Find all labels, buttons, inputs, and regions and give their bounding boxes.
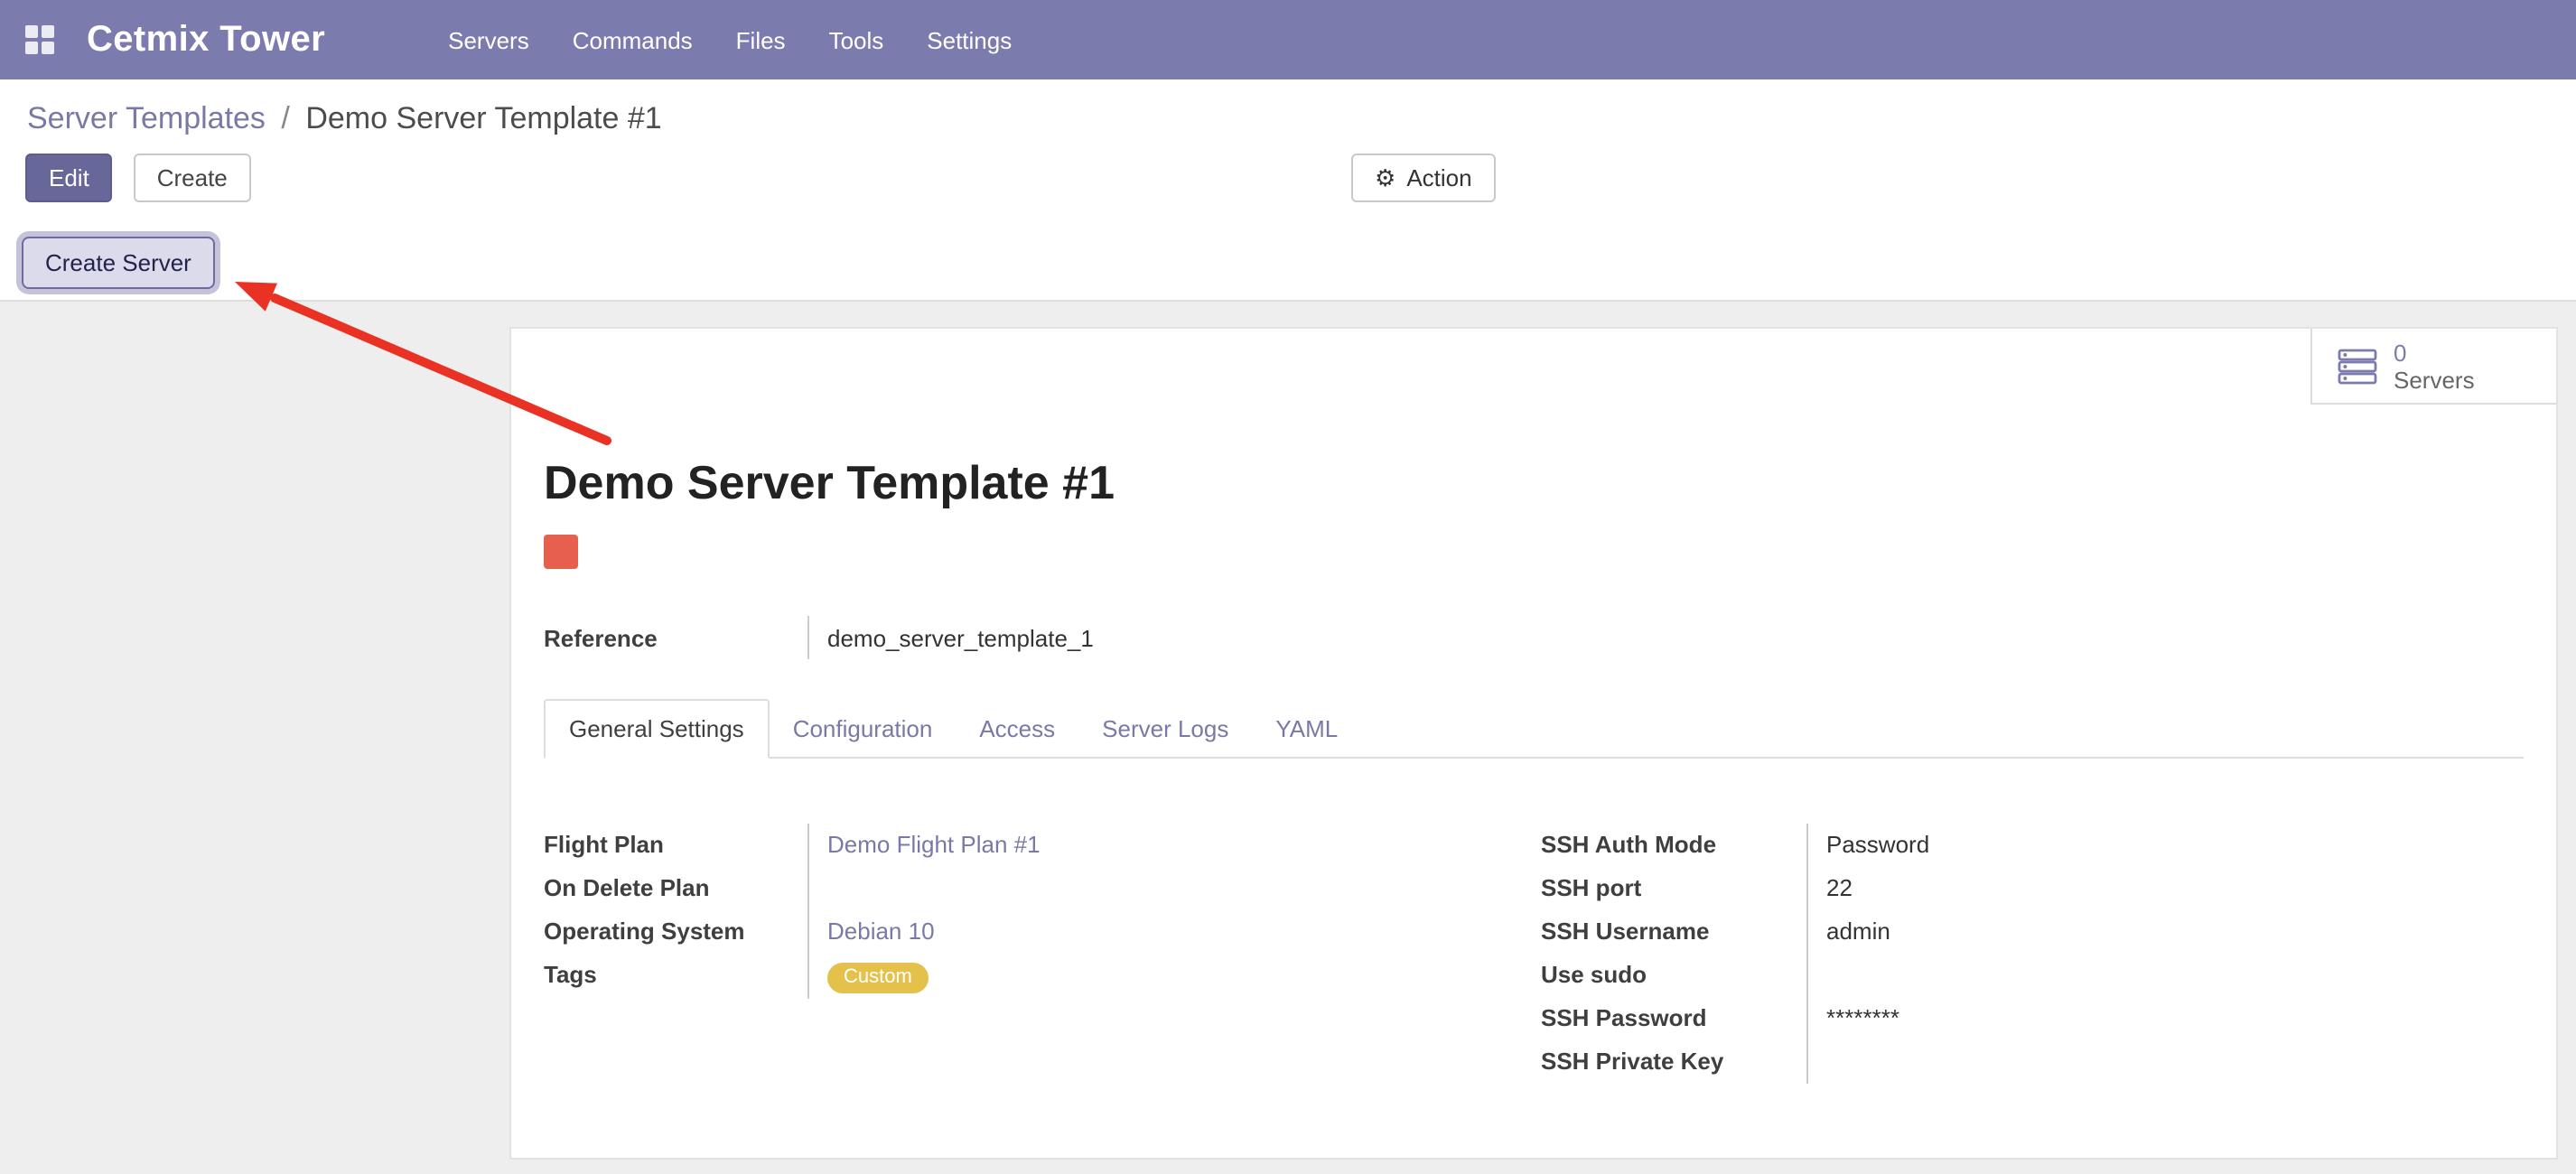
right-field-group: SSH Auth Mode Password SSH port 22 SSH U… bbox=[1541, 824, 2524, 1084]
app-root: Cetmix Tower Servers Commands Files Tool… bbox=[0, 0, 2576, 1174]
field-label-ssh-private-key: SSH Private Key bbox=[1541, 1040, 1808, 1084]
left-field-group: Flight Plan Demo Flight Plan #1 On Delet… bbox=[544, 824, 1541, 1084]
apps-grid-dot bbox=[25, 42, 38, 54]
button-row: Edit Create ⚙ Action bbox=[0, 141, 2576, 213]
field-row-tags: Custom bbox=[809, 954, 1541, 999]
nav-menu-settings[interactable]: Settings bbox=[905, 0, 1033, 79]
edit-button[interactable]: Edit bbox=[25, 154, 113, 202]
field-row-operating-system: Debian 10 bbox=[809, 910, 1541, 954]
field-label-tags: Tags bbox=[544, 954, 809, 999]
action-button[interactable]: ⚙ Action bbox=[1351, 154, 1496, 202]
field-label-operating-system: Operating System bbox=[544, 910, 809, 954]
color-swatch bbox=[544, 535, 578, 569]
field-label-on-delete-plan: On Delete Plan bbox=[544, 867, 809, 910]
tab-general-settings[interactable]: General Settings bbox=[544, 699, 770, 759]
reference-value: demo_server_template_1 bbox=[809, 624, 1094, 651]
tag-custom: Custom bbox=[827, 963, 929, 993]
server-stack-icon bbox=[2338, 348, 2377, 384]
create-button[interactable]: Create bbox=[134, 154, 251, 202]
servers-stat-text: 0 Servers bbox=[2394, 339, 2475, 393]
field-value-flight-plan[interactable]: Demo Flight Plan #1 bbox=[827, 831, 1041, 858]
tab-access[interactable]: Access bbox=[956, 701, 1078, 757]
field-label-ssh-password: SSH Password bbox=[1541, 997, 1808, 1040]
reference-field-row: Reference demo_server_template_1 bbox=[544, 616, 2524, 659]
sheet-body: Demo Server Template #1 Reference demo_s… bbox=[511, 455, 2556, 1084]
field-label-ssh-auth-mode: SSH Auth Mode bbox=[1541, 824, 1808, 867]
form-sheet: 0 Servers Demo Server Template #1 Refere… bbox=[509, 327, 2558, 1160]
field-value-ssh-auth-mode: Password bbox=[1808, 824, 2524, 867]
record-title: Demo Server Template #1 bbox=[544, 455, 2524, 509]
tab-yaml[interactable]: YAML bbox=[1252, 701, 1361, 757]
breadcrumb-current: Demo Server Template #1 bbox=[305, 101, 661, 135]
top-navbar: Cetmix Tower Servers Commands Files Tool… bbox=[0, 0, 2576, 79]
field-label-flight-plan: Flight Plan bbox=[544, 824, 809, 867]
breadcrumb-separator: / bbox=[274, 101, 296, 135]
field-value-ssh-username: admin bbox=[1808, 910, 2524, 954]
servers-stat-label: Servers bbox=[2394, 366, 2475, 393]
field-value-use-sudo bbox=[1808, 954, 2524, 997]
apps-grid-icon[interactable] bbox=[25, 25, 54, 54]
field-label-ssh-username: SSH Username bbox=[1541, 910, 1808, 954]
field-label-use-sudo: Use sudo bbox=[1541, 954, 1808, 997]
field-groups: Flight Plan Demo Flight Plan #1 On Delet… bbox=[544, 824, 2524, 1084]
nav-menu-servers[interactable]: Servers bbox=[426, 0, 551, 79]
field-label-ssh-port: SSH port bbox=[1541, 867, 1808, 910]
control-panel: Server Templates / Demo Server Template … bbox=[0, 79, 2576, 302]
field-value-on-delete-plan bbox=[809, 867, 1541, 910]
tab-server-logs[interactable]: Server Logs bbox=[1078, 701, 1252, 757]
gear-icon: ⚙ bbox=[1375, 166, 1395, 190]
nav-menu-commands[interactable]: Commands bbox=[551, 0, 714, 79]
apps-grid-dot bbox=[42, 25, 54, 38]
create-server-row: Create Server bbox=[0, 213, 2576, 300]
breadcrumb-parent-link[interactable]: Server Templates bbox=[27, 101, 266, 135]
field-value-operating-system[interactable]: Debian 10 bbox=[827, 918, 935, 945]
tab-configuration[interactable]: Configuration bbox=[770, 701, 957, 757]
apps-grid-dot bbox=[42, 42, 54, 54]
field-row-flight-plan: Demo Flight Plan #1 bbox=[809, 824, 1541, 867]
servers-stat-count: 0 bbox=[2394, 339, 2475, 366]
app-brand[interactable]: Cetmix Tower bbox=[87, 19, 325, 61]
create-server-button[interactable]: Create Server bbox=[22, 237, 215, 289]
field-value-ssh-port: 22 bbox=[1808, 867, 2524, 910]
apps-grid-dot bbox=[25, 25, 38, 38]
servers-stat-button[interactable]: 0 Servers bbox=[2310, 329, 2556, 405]
reference-label: Reference bbox=[544, 616, 809, 659]
action-button-label: Action bbox=[1406, 164, 1471, 191]
nav-menu-files[interactable]: Files bbox=[714, 0, 807, 79]
main-menu: Servers Commands Files Tools Settings bbox=[426, 0, 1033, 79]
field-value-ssh-private-key bbox=[1808, 1040, 2524, 1084]
notebook-tabs: General Settings Configuration Access Se… bbox=[544, 699, 2524, 759]
field-value-ssh-password: ******** bbox=[1808, 997, 2524, 1040]
breadcrumb: Server Templates / Demo Server Template … bbox=[0, 79, 2576, 141]
nav-menu-tools[interactable]: Tools bbox=[807, 0, 906, 79]
content-area: 0 Servers Demo Server Template #1 Refere… bbox=[0, 302, 2576, 1174]
